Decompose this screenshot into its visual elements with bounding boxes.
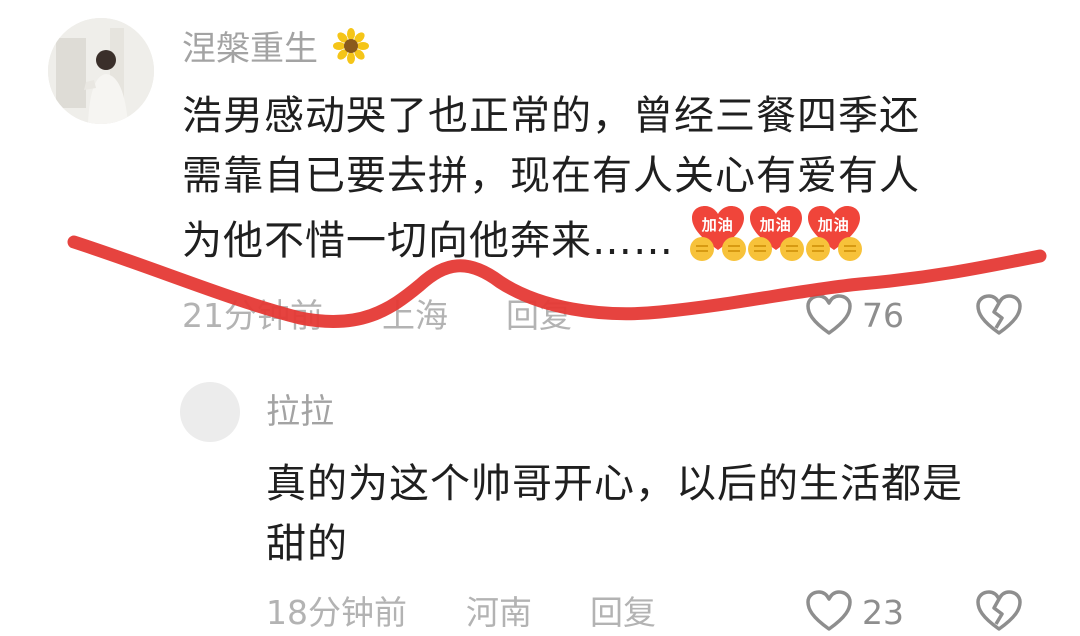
reply-like-count: 23 [862, 593, 904, 632]
reply-text: 真的为这个帅哥开心，以后的生活都是 甜的 [266, 454, 1046, 574]
heart-outline-icon [806, 590, 852, 632]
reply-line: 真的为这个帅哥开心，以后的生活都是 [266, 461, 963, 507]
avatar[interactable] [180, 382, 240, 442]
reply-dislike-button[interactable] [976, 590, 1022, 636]
broken-heart-icon [976, 590, 1022, 632]
reply-location: 河南 [466, 593, 532, 632]
reply-like-button[interactable] [806, 590, 852, 636]
reply-line: 甜的 [266, 521, 348, 567]
reply-reply-button[interactable]: 回复 [590, 596, 656, 629]
reply-username[interactable]: 拉拉 [266, 395, 334, 429]
reply-time: 18分钟前 [266, 593, 407, 632]
